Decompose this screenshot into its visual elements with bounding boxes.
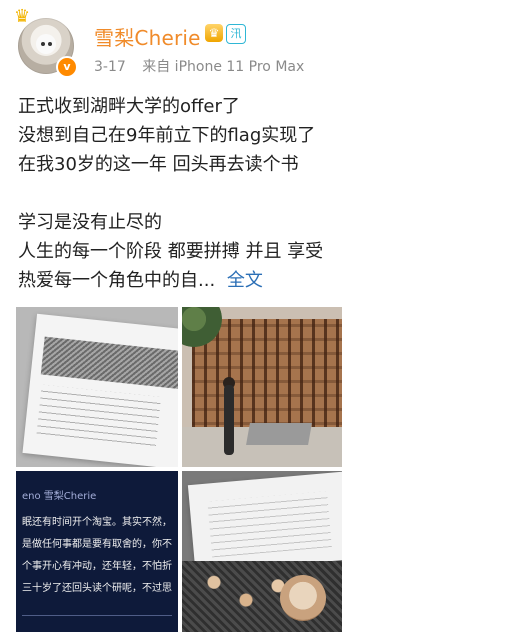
laptop-screen-photo — [187, 471, 342, 573]
post-line-5: 学习是没有止尽的 — [18, 212, 162, 233]
document-photo — [22, 313, 178, 467]
screenshot-line-1: eno 雪梨Cherie — [22, 491, 97, 502]
full-text-link[interactable]: 全文 — [227, 270, 263, 291]
screenshot-line-5: 三十岁了还回头读个研呢，不过思 — [22, 583, 172, 594]
screenshot-line-2: 眠还有时间开个淘宝。其实不然， — [22, 517, 172, 528]
screenshot-footer — [22, 607, 172, 625]
coffee-cup — [280, 575, 326, 621]
shield-badge-icon: 汛 — [226, 24, 246, 44]
username[interactable]: 雪梨Cherie — [94, 22, 201, 51]
image-thumbnail-3[interactable]: eno 雪梨Cherie 眠还有时间开个淘宝。其实不然， 是做任何事都是要有取舍… — [16, 471, 178, 632]
tree-foliage — [182, 307, 222, 347]
post-date: 3-17 — [94, 59, 126, 75]
screenshot-line-4: 个事开心有冲动，还年轻，不怕折 — [22, 561, 172, 572]
stone-slab — [246, 423, 312, 445]
post-line-blank — [18, 179, 508, 208]
post-source: 来自 iPhone 11 Pro Max — [142, 59, 305, 75]
document-text-lines — [36, 384, 162, 451]
post-meta: 3-17 来自 iPhone 11 Pro Max — [94, 56, 304, 76]
post-line-3: 在我30岁的这一年 回头再去读个书 — [18, 154, 299, 175]
screenshot-line-3: 是做任何事都是要有取舍的，你不 — [22, 539, 172, 550]
post-line-2: 没想到自己在9年前立下的flag实现了 — [18, 125, 316, 146]
verified-badge: v — [56, 56, 78, 78]
post-line-1: 正式收到湖畔大学的offer了 — [18, 96, 240, 117]
avatar-face — [36, 34, 56, 54]
avatar-eye-left — [41, 42, 45, 46]
image-grid: eno 雪梨Cherie 眠还有时间开个淘宝。其实不然， 是做任何事都是要有取舍… — [16, 307, 506, 632]
image-thumbnail-1[interactable] — [16, 307, 178, 467]
vip-crown-badge-icon: ♛ — [205, 24, 223, 42]
avatar-eye-right — [48, 42, 52, 46]
crown-icon: ♛ — [14, 6, 31, 27]
image-thumbnail-4[interactable] — [182, 471, 342, 632]
post-text: 正式收到湖畔大学的offer了 没想到自己在9年前立下的flag实现了 在我30… — [18, 92, 508, 295]
post-header: ♛ v 雪梨Cherie ♛ 汛 3-17 来自 iPhone 11 Pro M… — [0, 0, 524, 88]
post-line-6: 人生的每一个阶段 都要拼搏 并且 享受 — [18, 241, 324, 262]
post-line-7: 热爱每一个角色中的自... 全文 — [18, 266, 508, 295]
post-line-7-text: 热爱每一个角色中的自... — [18, 270, 216, 291]
person-figure — [224, 385, 234, 455]
image-thumbnail-2[interactable] — [182, 307, 342, 467]
